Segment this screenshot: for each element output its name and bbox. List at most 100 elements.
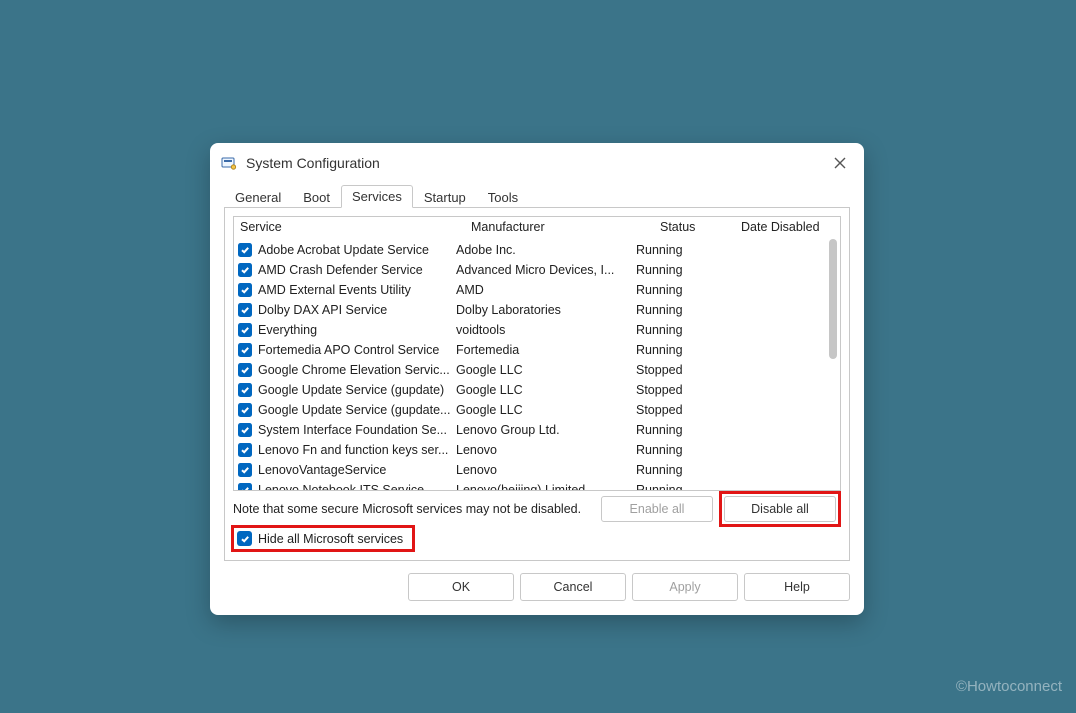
col-service-header[interactable]: Service xyxy=(234,217,465,239)
service-checkbox[interactable] xyxy=(238,363,252,377)
service-status: Running xyxy=(636,443,708,457)
service-name: Lenovo Fn and function keys ser... xyxy=(258,443,456,457)
service-checkbox[interactable] xyxy=(238,443,252,457)
ok-button[interactable]: OK xyxy=(408,573,514,601)
service-manufacturer: Google LLC xyxy=(456,403,636,417)
service-checkbox[interactable] xyxy=(238,383,252,397)
service-name: AMD External Events Utility xyxy=(258,283,456,297)
system-configuration-window: System Configuration GeneralBootServices… xyxy=(210,143,864,615)
service-manufacturer: voidtools xyxy=(456,323,636,337)
service-name: System Interface Foundation Se... xyxy=(258,423,456,437)
service-status: Stopped xyxy=(636,403,708,417)
tab-tools[interactable]: Tools xyxy=(477,186,529,208)
service-manufacturer: Lenovo Group Ltd. xyxy=(456,423,636,437)
scrollbar[interactable] xyxy=(827,239,839,489)
service-name: Dolby DAX API Service xyxy=(258,303,456,317)
dialog-buttons: OK Cancel Apply Help xyxy=(224,561,850,601)
apply-button[interactable]: Apply xyxy=(632,573,738,601)
service-status: Running xyxy=(636,243,708,257)
window-title: System Configuration xyxy=(246,155,380,171)
table-row[interactable]: AMD Crash Defender ServiceAdvanced Micro… xyxy=(234,260,840,280)
table-row[interactable]: Google Update Service (gupdate)Google LL… xyxy=(234,380,840,400)
help-button[interactable]: Help xyxy=(744,573,850,601)
service-manufacturer: Google LLC xyxy=(456,363,636,377)
service-manufacturer: Adobe Inc. xyxy=(456,243,636,257)
service-manufacturer: Lenovo xyxy=(456,463,636,477)
table-row[interactable]: Lenovo Notebook ITS ServiceLenovo(beijin… xyxy=(234,480,840,490)
tab-boot[interactable]: Boot xyxy=(292,186,341,208)
cancel-button[interactable]: Cancel xyxy=(520,573,626,601)
service-status: Running xyxy=(636,343,708,357)
service-name: Google Update Service (gupdate... xyxy=(258,403,456,417)
service-name: Everything xyxy=(258,323,456,337)
service-checkbox[interactable] xyxy=(238,343,252,357)
service-status: Running xyxy=(636,263,708,277)
service-status: Running xyxy=(636,463,708,477)
table-row[interactable]: Lenovo Fn and function keys ser...Lenovo… xyxy=(234,440,840,460)
table-row[interactable]: AMD External Events UtilityAMDRunning xyxy=(234,280,840,300)
service-status: Running xyxy=(636,283,708,297)
table-row[interactable]: Google Chrome Elevation Servic...Google … xyxy=(234,360,840,380)
tab-general[interactable]: General xyxy=(224,186,292,208)
enable-all-button[interactable]: Enable all xyxy=(601,496,713,522)
service-status: Running xyxy=(636,483,708,490)
service-name: Google Update Service (gupdate) xyxy=(258,383,456,397)
service-checkbox[interactable] xyxy=(238,403,252,417)
service-name: Lenovo Notebook ITS Service xyxy=(258,483,456,490)
service-checkbox[interactable] xyxy=(238,423,252,437)
hide-ms-row: Hide all Microsoft services xyxy=(233,527,413,550)
service-status: Running xyxy=(636,423,708,437)
list-header: Service Manufacturer Status Date Disable… xyxy=(234,217,840,240)
service-manufacturer: AMD xyxy=(456,283,636,297)
service-status: Stopped xyxy=(636,383,708,397)
table-row[interactable]: Dolby DAX API ServiceDolby LaboratoriesR… xyxy=(234,300,840,320)
table-row[interactable]: System Interface Foundation Se...Lenovo … xyxy=(234,420,840,440)
close-button[interactable] xyxy=(826,151,854,175)
table-row[interactable]: LenovoVantageServiceLenovoRunning xyxy=(234,460,840,480)
services-scrollarea[interactable]: Adobe Acrobat Update ServiceAdobe Inc.Ru… xyxy=(234,240,840,490)
service-checkbox[interactable] xyxy=(238,283,252,297)
col-manufacturer-header[interactable]: Manufacturer xyxy=(465,217,654,239)
col-date-disabled-header[interactable]: Date Disabled xyxy=(735,217,840,239)
table-row[interactable]: Google Update Service (gupdate...Google … xyxy=(234,400,840,420)
client-area: GeneralBootServicesStartupTools Service … xyxy=(210,183,864,615)
service-status: Running xyxy=(636,323,708,337)
service-manufacturer: Lenovo(beijing) Limited xyxy=(456,483,636,490)
service-checkbox[interactable] xyxy=(238,463,252,477)
table-row[interactable]: Fortemedia APO Control ServiceFortemedia… xyxy=(234,340,840,360)
hide-ms-checkbox[interactable] xyxy=(237,531,252,546)
note-row: Note that some secure Microsoft services… xyxy=(233,497,841,521)
service-name: Adobe Acrobat Update Service xyxy=(258,243,456,257)
services-listview[interactable]: Service Manufacturer Status Date Disable… xyxy=(233,216,841,491)
service-checkbox[interactable] xyxy=(238,323,252,337)
table-row[interactable]: EverythingvoidtoolsRunning xyxy=(234,320,840,340)
col-status-header[interactable]: Status xyxy=(654,217,735,239)
titlebar: System Configuration xyxy=(210,143,864,183)
service-manufacturer: Fortemedia xyxy=(456,343,636,357)
services-tabpage: Service Manufacturer Status Date Disable… xyxy=(224,207,850,561)
service-manufacturer: Dolby Laboratories xyxy=(456,303,636,317)
watermark: ©Howtoconnect xyxy=(956,678,1062,695)
service-status: Running xyxy=(636,303,708,317)
service-manufacturer: Google LLC xyxy=(456,383,636,397)
tabstrip: GeneralBootServicesStartupTools xyxy=(224,183,850,207)
service-manufacturer: Advanced Micro Devices, I... xyxy=(456,263,636,277)
service-name: AMD Crash Defender Service xyxy=(258,263,456,277)
service-checkbox[interactable] xyxy=(238,303,252,317)
hide-ms-label: Hide all Microsoft services xyxy=(258,532,403,546)
service-status: Stopped xyxy=(636,363,708,377)
service-name: LenovoVantageService xyxy=(258,463,456,477)
service-name: Google Chrome Elevation Servic... xyxy=(258,363,456,377)
service-checkbox[interactable] xyxy=(238,243,252,257)
scrollbar-thumb[interactable] xyxy=(829,239,837,359)
app-icon xyxy=(220,154,238,172)
service-manufacturer: Lenovo xyxy=(456,443,636,457)
secure-services-note: Note that some secure Microsoft services… xyxy=(233,502,595,516)
service-checkbox[interactable] xyxy=(238,263,252,277)
tab-startup[interactable]: Startup xyxy=(413,186,477,208)
disable-all-button[interactable]: Disable all xyxy=(724,496,836,522)
service-name: Fortemedia APO Control Service xyxy=(258,343,456,357)
tab-services[interactable]: Services xyxy=(341,185,413,208)
table-row[interactable]: Adobe Acrobat Update ServiceAdobe Inc.Ru… xyxy=(234,240,840,260)
service-checkbox[interactable] xyxy=(238,483,252,490)
